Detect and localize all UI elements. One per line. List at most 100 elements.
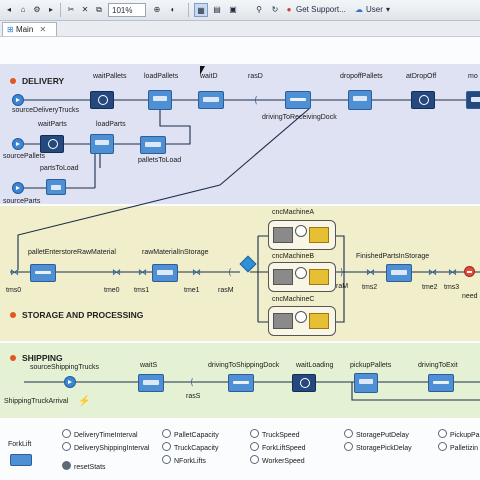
wait-loading-block[interactable]: [292, 374, 316, 392]
link-icon[interactable]: ⚲: [252, 3, 266, 17]
tab-main[interactable]: ⊞ Main ✕: [2, 22, 58, 36]
machine-icon: [273, 313, 293, 329]
refresh-icon[interactable]: ↻: [268, 3, 282, 17]
param-delivery-time-interval[interactable]: DeliveryTimeInterval: [62, 429, 138, 439]
param-worker-speed[interactable]: WorkerSpeed: [250, 455, 305, 465]
event-icon[interactable]: ⚡: [78, 396, 90, 407]
at-dropoff-block[interactable]: [411, 91, 435, 109]
grid-icon[interactable]: ▦: [194, 3, 208, 17]
source-parts[interactable]: [12, 182, 24, 194]
driving-to-shipping-dock-block[interactable]: [228, 374, 254, 392]
source-shipping-trucks[interactable]: [64, 376, 76, 388]
part-icon: [309, 313, 329, 329]
shipping-section-dot: [10, 355, 16, 361]
get-support-button[interactable]: Get Support...: [296, 3, 346, 17]
delivery-section-dot: [10, 78, 16, 84]
cnc-machine-b[interactable]: [268, 262, 336, 292]
raw-material-block[interactable]: [152, 264, 178, 282]
run-icon[interactable]: ▸: [44, 3, 58, 17]
delete-icon[interactable]: ✕: [78, 3, 92, 17]
home-icon[interactable]: ⌂: [16, 3, 30, 17]
finished-parts-block[interactable]: [386, 264, 412, 282]
pallet-enter-block[interactable]: [30, 264, 56, 282]
machine-icon: [273, 227, 293, 243]
storage-section-dot: [10, 312, 16, 318]
toolbar: ◂ ⌂ ⚙ ▸ ✂ ✕ ⧉ 101% ⊕ ◐ ▦ ▤ ▣ ⚲ ↻ ● Get S…: [0, 0, 480, 21]
diagram-icon: ⊞: [7, 25, 14, 34]
param-truck-speed[interactable]: TruckSpeed: [250, 429, 299, 439]
param-palletizin[interactable]: Palletizin: [438, 442, 478, 452]
palette-icon[interactable]: ◐: [166, 3, 180, 17]
zoom-select[interactable]: 101%: [108, 3, 146, 17]
tms0-node[interactable]: ⋈: [10, 268, 19, 277]
driving-to-receiving-dock-block[interactable]: [285, 91, 311, 109]
source-pallets-label: sourcePallets: [3, 153, 46, 160]
close-icon[interactable]: ✕: [40, 25, 47, 34]
ras-s-node[interactable]: ⟨: [190, 378, 198, 387]
param-storage-pick-delay[interactable]: StoragePickDelay: [344, 442, 412, 452]
wait-d-block[interactable]: [198, 91, 224, 109]
param-truck-capacity[interactable]: TruckCapacity: [162, 442, 218, 452]
cnc-b-label: cncMachineB: [272, 253, 315, 260]
chevron-down-icon[interactable]: ▾: [386, 3, 390, 17]
cut-icon[interactable]: ✂: [64, 3, 78, 17]
param-storage-put-delay[interactable]: StoragePutDelay: [344, 429, 409, 439]
forklift-icon[interactable]: [10, 454, 32, 466]
wait-s-block[interactable]: [138, 374, 164, 392]
pallets-to-load-block[interactable]: [140, 136, 166, 154]
load-pallets-block[interactable]: [148, 90, 172, 110]
pickup-pallets-block[interactable]: [354, 373, 378, 393]
ra-m-label: raM: [336, 283, 349, 290]
user-menu[interactable]: User: [366, 3, 383, 17]
reset-stats-function[interactable]: resetStats: [62, 461, 106, 471]
paste-icon[interactable]: ▣: [226, 3, 240, 17]
settings-icon[interactable]: ⚙: [30, 3, 44, 17]
clock-icon: [295, 225, 307, 237]
ras-d-node[interactable]: ⟨: [254, 96, 262, 105]
need-sink[interactable]: [464, 266, 475, 277]
shipping-truck-arrival-label: ShippingTruckArrival: [4, 398, 69, 405]
ras-m-node[interactable]: ⟨: [228, 268, 236, 277]
source-delivery-trucks[interactable]: [12, 94, 24, 106]
source-pallets[interactable]: [12, 138, 24, 150]
wait-parts-block[interactable]: [40, 135, 64, 153]
tme0-node[interactable]: ⋈: [112, 268, 121, 277]
param-delivery-shipping-interval[interactable]: DeliveryShippingInterval: [62, 442, 149, 452]
clock-icon: [295, 311, 307, 323]
pallet-enter-label: palletEnterstoreRawMaterial: [28, 249, 116, 256]
copy-icon[interactable]: ⧉: [92, 3, 106, 17]
parameter-icon: [162, 442, 171, 451]
cnc-machine-c[interactable]: [268, 306, 336, 336]
wait-pallets-block[interactable]: [90, 91, 114, 109]
param-n-forklifts[interactable]: NForkLifts: [162, 455, 206, 465]
tms1-node[interactable]: ⋈: [138, 268, 147, 277]
tms3-node[interactable]: ⋈: [448, 268, 457, 277]
mo-block[interactable]: [466, 91, 480, 109]
parameter-icon: [62, 442, 71, 451]
param-pickup-pa[interactable]: PickupPa: [438, 429, 480, 439]
zoom-icon[interactable]: ⊕: [150, 3, 164, 17]
tms2-node[interactable]: ⋈: [366, 268, 375, 277]
parts-to-load-label: partsToLoad: [40, 165, 79, 172]
layout-icon[interactable]: ▤: [210, 3, 224, 17]
mo-label: mo: [468, 73, 478, 80]
tme1-node[interactable]: ⋈: [192, 268, 201, 277]
load-parts-label: loadParts: [96, 121, 126, 128]
support-icon: ●: [286, 5, 292, 14]
parameter-icon: [250, 429, 259, 438]
param-pallet-capacity[interactable]: PalletCapacity: [162, 429, 219, 439]
parts-to-load-block[interactable]: [46, 179, 66, 195]
ra-m-node[interactable]: ⟩: [340, 268, 348, 277]
dropoff-pallets-block[interactable]: [348, 90, 372, 110]
cnc-machine-a[interactable]: [268, 220, 336, 250]
parameter-icon: [62, 429, 71, 438]
load-parts-block[interactable]: [90, 134, 114, 154]
tme2-node[interactable]: ⋈: [428, 268, 437, 277]
driving-to-exit-block[interactable]: [428, 374, 454, 392]
back-icon[interactable]: ◂: [2, 3, 16, 17]
at-dropoff-label: atDropOff: [406, 73, 437, 80]
param-forklift-speed[interactable]: ForkLiftSpeed: [250, 442, 306, 452]
wait-s-label: waitS: [140, 362, 158, 369]
tms0-label: tms0: [6, 287, 22, 294]
mouse-cursor: [200, 66, 205, 75]
